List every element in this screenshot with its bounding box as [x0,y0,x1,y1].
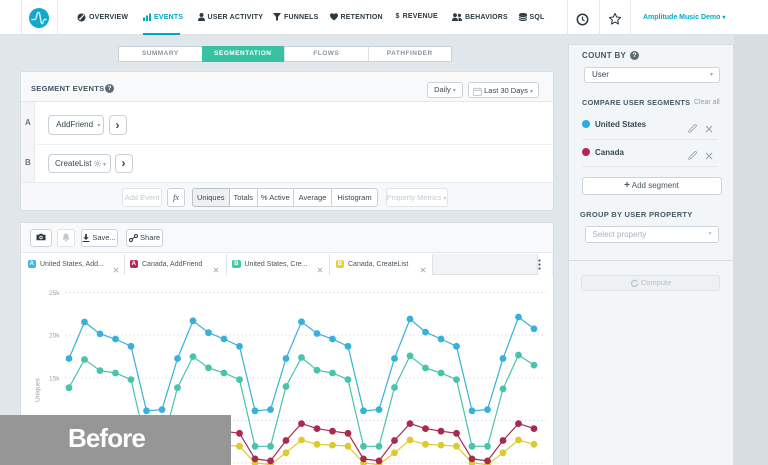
svg-text:15k: 15k [49,376,60,383]
svg-text:25k: 25k [49,290,60,297]
svg-text:Uniques: Uniques [35,377,42,402]
svg-text:20k: 20k [49,333,60,340]
